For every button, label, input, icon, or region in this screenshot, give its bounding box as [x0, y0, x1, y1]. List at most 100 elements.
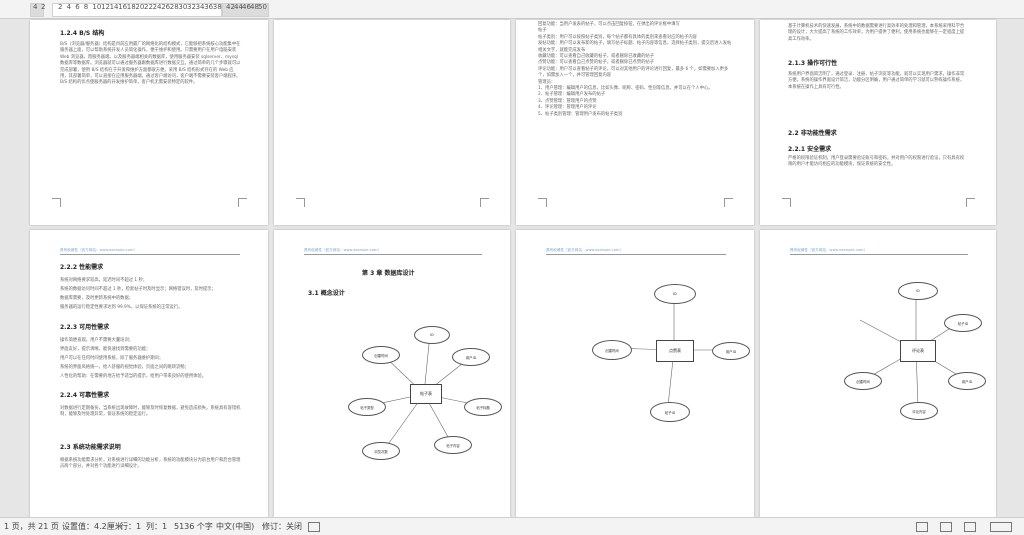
macro-record-icon[interactable] — [308, 522, 320, 532]
margin-mark — [782, 198, 791, 207]
attr-comment-content: 评论内容 — [900, 402, 938, 420]
text-line: 操作简便直观，用户不需要大量培训； — [60, 338, 134, 343]
ruler-number: 38 — [212, 3, 222, 11]
page-3[interactable]: 回复功能：当用户发表的帖子，可以点击回复按钮，在弹出的评论框中填写 帖子 帖子类… — [516, 20, 754, 225]
page-1[interactable]: 1.2.4 B/S 结构 B/S（浏览器/服务器）结构是目前应用最广的网络化的结… — [30, 20, 268, 225]
status-revision[interactable]: 修订：关闭 — [262, 521, 302, 532]
ruler-number: 4 — [33, 3, 38, 11]
margin-mark — [480, 198, 489, 207]
entity-like-table: 点赞表 — [656, 340, 694, 362]
ruler-number: 6 — [75, 3, 80, 11]
ruler-number: 2 — [41, 3, 46, 11]
ruler-number: 22 — [144, 3, 153, 11]
attr-post-id: 帖子ID — [650, 402, 690, 422]
ruler-number: 28 — [169, 3, 179, 11]
ruler-number: 50 — [258, 3, 267, 11]
ruler-number: 10 — [92, 3, 102, 11]
attr-user-id: 用户ID — [712, 342, 750, 360]
attr-post-type: 帖子类型 — [348, 398, 386, 416]
section-heading: 2.2.3 可用性需求 — [60, 324, 110, 331]
page-6[interactable]: 具有权威性（官方网站：www.example.com） 第 3 章 数据库设计 … — [274, 230, 510, 518]
attr-user-id: 用户ID — [948, 372, 986, 390]
ruler-number: 30 — [178, 3, 188, 11]
status-language[interactable]: 中文(中国) — [216, 521, 254, 532]
attr-id: ID — [414, 326, 450, 344]
section-heading: 2.2.4 可靠性需求 — [60, 392, 110, 399]
section-heading: 1.2.4 B/S 结构 — [60, 30, 105, 37]
horizontal-ruler[interactable]: 4 2 2 4 6 8 10 12 14 16 18 20 22 24 26 28 30 32 34 36 38 4… — [0, 0, 1024, 19]
margin-mark — [724, 198, 733, 207]
ruler-number: 36 — [204, 3, 214, 11]
margin-mark — [296, 198, 305, 207]
ruler-number: 12 — [101, 3, 110, 11]
page-8[interactable]: 具有权威性（官方网站：www.example.com） 评论表 ID 帖子ID … — [760, 230, 996, 518]
margin-mark — [238, 198, 247, 207]
attr-id: ID — [898, 282, 938, 300]
attr-post-content: 帖子内容 — [434, 436, 472, 454]
ruler-number: 18 — [126, 3, 136, 11]
attr-post-title: 帖子标题 — [464, 398, 502, 416]
paragraph: 根据系统功能需求分析，对系统进行详细的功能分析，系统的功能模块分为前台用户和后台… — [60, 458, 241, 470]
status-column: 列：1 — [146, 522, 168, 531]
section-heading: 2.2 非功能性需求 — [788, 130, 837, 137]
attr-id: ID — [654, 284, 696, 304]
list-item: 5、帖子类别管理：管理用户发布的帖子类别 — [538, 111, 623, 117]
ruler-number: 20 — [135, 3, 145, 11]
margin-mark — [538, 198, 547, 207]
er-connectors — [367, 333, 483, 451]
status-row: 行：1 — [120, 522, 142, 531]
entity-post-table: 帖子表 — [410, 384, 442, 404]
er-connectors — [611, 298, 728, 407]
web-layout-icon[interactable] — [964, 522, 976, 532]
zoom-slider[interactable] — [990, 522, 1012, 532]
ruler-number: 32 — [187, 3, 196, 11]
page-4[interactable]: 基于计算机技术的快速发展，系统中的数据需要进行高效率的处理和管理，本系统采用科学… — [760, 20, 996, 225]
paragraph: 回复功能：当用户发表的帖子，可以点击回复按钮，在弹出的评论框中填写 帖子 帖子类… — [538, 22, 734, 118]
read-mode-icon[interactable] — [916, 522, 928, 532]
attr-created-time: 创建时间 — [844, 372, 882, 390]
ruler-number: 4 — [66, 3, 72, 11]
ruler-number: 34 — [195, 3, 205, 11]
ruler-number: 26 — [161, 3, 171, 11]
text-line: 数据库需要，及时更新系统中的数据； — [60, 296, 134, 301]
section-heading: 2.2.2 性能需求 — [60, 264, 104, 271]
paragraph: 操作简便直观，用户不需要大量培训； 界面友好，提示清晰，能快速找到需要的功能； … — [60, 336, 242, 381]
margin-mark — [966, 198, 975, 207]
section-heading: 2.1.3 操作可行性 — [788, 60, 838, 67]
paragraph: B/S（浏览器/服务器）结构是目前应用最广的网络化的结构模式，它能够把系统核心功… — [60, 42, 241, 86]
text-line: 发帖功能：用户可以发布新的帖子，填写帖子标题、帖子内容等信息，选择帖子类别，提交… — [538, 41, 732, 47]
text-line: 用户可以在任何时间使用系统，除了服务器维护期间； — [60, 356, 164, 361]
attr-views: 浏览次数 — [362, 442, 400, 460]
text-line: 人性化的帮助：在需要的地方给予适当的提示，给用户带来良好的使用体验。 — [60, 374, 207, 379]
margin-mark — [52, 198, 61, 207]
text-line: 系统的界面风格统一，给人舒服的视觉体验，页面之间的跳转流畅； — [60, 365, 189, 370]
text-line: 系统对网络要求较高，延迟时间不超过 1 秒； — [60, 278, 148, 283]
paragraph: 严格的权限验证机制，用户登录需要验证账号和密码，并对用户的权限进行验证，只有具有… — [788, 156, 965, 168]
paragraph: 系统对网络要求较高，延迟时间不超过 1 秒； 系统的数据访问时间不超过 1 秒，… — [60, 276, 242, 312]
page-header: 具有权威性（官方网站：www.example.com） — [60, 248, 138, 252]
page-7[interactable]: 具有权威性（官方网站：www.example.com） 点赞表 ID 用户ID … — [516, 230, 754, 518]
page-2[interactable] — [274, 20, 510, 225]
ruler-number: 8 — [83, 3, 89, 11]
section-heading: 2.2.1 安全需求 — [788, 146, 832, 153]
ruler-number: 14 — [109, 3, 119, 11]
status-position[interactable]: 设置值：4.2厘米 — [62, 521, 123, 532]
attr-created-time: 创建时间 — [592, 340, 632, 360]
ruler-number: 16 — [118, 3, 128, 11]
ruler-number: 24 — [152, 3, 162, 11]
header-rule — [60, 254, 240, 255]
status-word-count[interactable]: 5136 个字 — [174, 521, 213, 532]
status-bar: 1 页，共 21 页 设置值：4.2厘米 行：1 列：1 5136 个字 中文(… — [0, 517, 1024, 535]
text-line: 服务器的运行稳定性要求达到 99.9%，以保证系统的正常运行。 — [60, 305, 183, 310]
text-line: 系统的数据访问时间不超过 1 秒，检索帖子时及时显示；网络错误时，及时提示； — [60, 287, 216, 292]
section-heading: 2.3 系统功能需求说明 — [60, 444, 121, 451]
page-5[interactable]: 具有权威性（官方网站：www.example.com） 2.2.2 性能需求 系… — [30, 230, 268, 518]
print-layout-icon[interactable] — [940, 522, 952, 532]
paragraph: 对数据进行定期备份，当系统出现故障时，能够及时恢复数据，避免造成损失。系统具有容… — [60, 406, 241, 418]
attr-created-time: 创建时间 — [362, 346, 400, 364]
paragraph: 系统用户界面简洁明了，通过登录、注册、帖子浏览等功能，就可以实现用户需求，操作非… — [788, 72, 965, 90]
attr-post-id: 帖子ID — [944, 314, 982, 332]
status-page[interactable]: 1 页，共 21 页 — [4, 521, 59, 532]
paragraph: 基于计算机技术的快速发展，系统中的数据需要进行高效率的处理和管理，本系统采用科学… — [788, 24, 965, 42]
text-line: 界面友好，提示清晰，能快速找到需要的功能； — [60, 347, 151, 352]
